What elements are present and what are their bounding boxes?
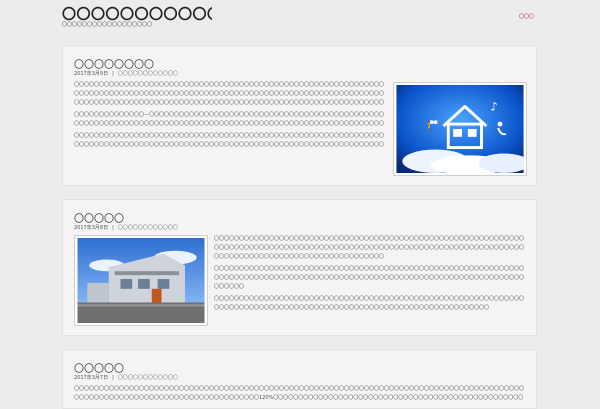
post-paragraph: 〇〇〇〇〇〇〇〇〇〇〇〇〇〇〇〇〇〇〇〇〇〇〇〇〇〇〇〇〇〇〇〇〇〇〇〇〇〇〇〇…: [214, 296, 525, 311]
post-paragraph: 〇〇〇〇〇〇〇〇〇〇〇〇〇〇〇〇〇〇〇〇〇〇〇〇〇〇〇〇〇〇〇〇〇〇〇〇〇〇〇〇…: [74, 386, 525, 401]
post-date: 2017年3月8日: [74, 225, 109, 231]
house-in-sky-icon: ♪ 🚶: [396, 85, 524, 173]
post-paragraph: 〇〇〇〇〇〇〇〇〇〇〇〇〇〇—〇〇〇〇〇〇〇〇〇〇〇〇〇〇〇〇〇〇〇〇〇〇〇〇〇…: [74, 112, 385, 127]
post-card: 〇〇〇〇〇 2017年3月8日 | 〇〇〇〇〇〇〇〇〇〇〇〇 〇〇〇〇〇〇〇〇〇…: [62, 199, 537, 336]
post-card: 〇〇〇〇〇〇〇〇 2017年3月9日 | 〇〇〇〇〇〇〇〇〇〇〇〇 〇〇〇〇〇〇〇〇…: [62, 45, 537, 186]
menu-link[interactable]: 〇〇〇: [519, 13, 534, 20]
post-title[interactable]: 〇〇〇〇〇: [74, 210, 124, 225]
post-meta: 2017年3月9日 | 〇〇〇〇〇〇〇〇〇〇〇〇: [74, 71, 178, 77]
post-date: 2017年3月9日: [74, 71, 109, 77]
post-paragraph: 〇〇〇〇〇〇〇〇〇〇〇〇〇〇〇〇〇〇〇〇〇〇〇〇〇〇〇〇〇〇〇〇〇〇〇〇〇〇〇〇…: [74, 133, 385, 148]
post-date: 2017年3月7日: [74, 375, 109, 381]
post-meta: 2017年3月8日 | 〇〇〇〇〇〇〇〇〇〇〇〇: [74, 225, 178, 231]
post-category[interactable]: 〇〇〇〇〇〇〇〇〇〇〇〇: [118, 225, 178, 231]
post-thumbnail[interactable]: ♪ 🚶: [393, 82, 527, 176]
modern-house-icon: [77, 238, 205, 323]
svg-text:♪: ♪: [490, 99, 497, 113]
post-thumbnail[interactable]: [74, 235, 208, 326]
site-header: 〇〇〇〇〇〇〇〇〇〇〇〇〇〇〇〇〇〇 〇〇〇〇〇〇〇〇〇〇〇〇〇〇〇〇〇〇 〇〇…: [0, 0, 600, 40]
post-paragraph: 〇〇〇〇〇〇〇〇〇〇〇〇〇〇〇〇〇〇〇〇〇〇〇〇〇〇〇〇〇〇〇〇〇〇〇〇〇〇〇〇…: [214, 236, 525, 260]
site-description: 〇〇〇〇〇〇〇〇〇〇〇〇〇〇〇〇〇〇: [62, 22, 153, 28]
post-category[interactable]: 〇〇〇〇〇〇〇〇〇〇〇〇: [118, 71, 178, 77]
post-paragraph: 〇〇〇〇〇〇〇〇〇〇〇〇〇〇〇〇〇〇〇〇〇〇〇〇〇〇〇〇〇〇〇〇〇〇〇〇〇〇〇〇…: [214, 266, 525, 290]
post-meta: 2017年3月7日 | 〇〇〇〇〇〇〇〇〇〇〇〇: [74, 375, 178, 381]
post-title[interactable]: 〇〇〇〇〇〇〇〇: [74, 56, 154, 71]
post-category[interactable]: 〇〇〇〇〇〇〇〇〇〇〇〇: [118, 375, 178, 381]
post-paragraph: 〇〇〇〇〇〇〇〇〇〇〇〇〇〇〇〇〇〇〇〇〇〇〇〇〇〇〇〇〇〇〇〇〇〇〇〇〇〇〇〇…: [74, 82, 385, 106]
post-title[interactable]: 〇〇〇〇〇: [74, 360, 124, 375]
post-card: 〇〇〇〇〇 2017年3月7日 | 〇〇〇〇〇〇〇〇〇〇〇〇 〇〇〇〇〇〇〇〇〇〇〇…: [62, 349, 537, 409]
